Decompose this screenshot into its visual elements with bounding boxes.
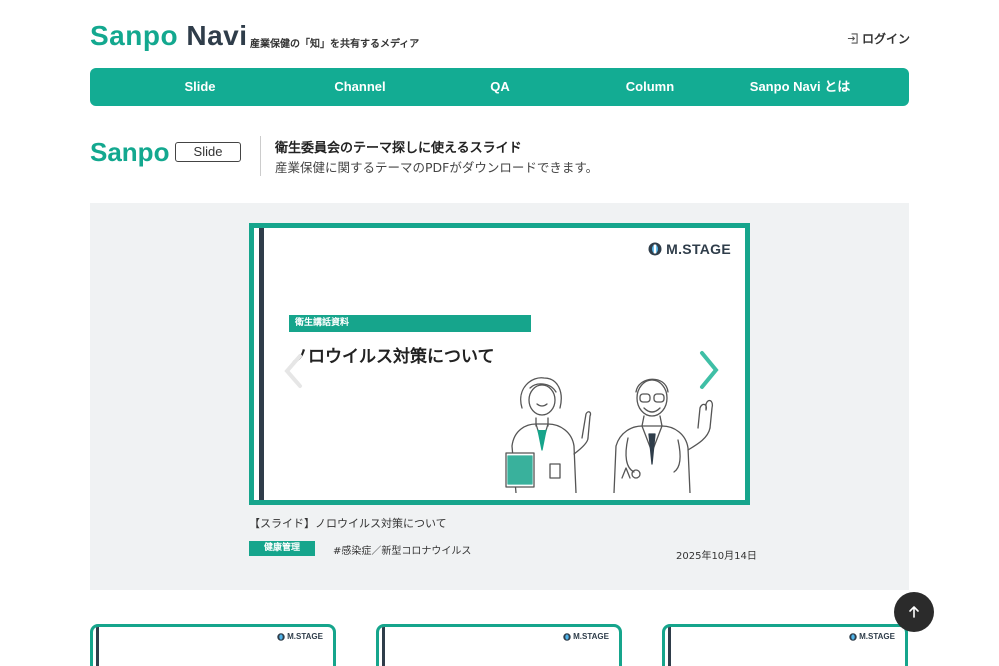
mstage-logo-icon [563, 632, 571, 641]
hashtag-link[interactable]: #感染症／新型コロナウイルス [333, 542, 471, 557]
slide-title: ノロウイルス対策について [291, 347, 495, 367]
site-header: Sanpo Navi 産業保健の「知」を共有するメディア ログイン [90, 18, 910, 58]
chevron-right-icon[interactable] [698, 350, 720, 390]
featured-slide-image[interactable]: M.STAGE 衛生講話資料 ノロウイルス対策について [249, 223, 750, 505]
card-brand: M.STAGE [573, 632, 609, 641]
slide-category-label: 衛生講話資料 [289, 315, 531, 332]
card-brand-logo: M.STAGE [849, 632, 895, 641]
nav-item-qa[interactable]: QA [470, 68, 530, 106]
slide-accent-bar [259, 228, 264, 500]
card-accent-bar [382, 627, 385, 666]
slide-card[interactable]: M.STAGE [376, 624, 622, 666]
featured-slide-panel: M.STAGE 衛生講話資料 ノロウイルス対策について 【スライド】ノロウイルス… [90, 203, 909, 590]
chevron-left-icon[interactable] [282, 353, 304, 389]
nav-item-column[interactable]: Column [605, 68, 695, 106]
section-logo: Sanpo [90, 137, 170, 167]
category-tag[interactable]: 健康管理 [249, 541, 315, 556]
card-brand-logo: M.STAGE [277, 632, 323, 641]
arrow-up-icon [909, 606, 919, 618]
nav-item-channel[interactable]: Channel [310, 68, 410, 106]
back-to-top-button[interactable] [894, 592, 934, 632]
login-link[interactable]: ログイン [847, 30, 910, 47]
featured-caption[interactable]: 【スライド】ノロウイルス対策について [249, 515, 447, 531]
logo-navi: Navi [186, 20, 248, 51]
section-header: Sanpo Slide 衛生委員会のテーマ探しに使えるスライド 産業保健に関する… [90, 134, 910, 178]
login-label: ログイン [861, 32, 910, 46]
card-brand: M.STAGE [859, 632, 895, 641]
mstage-logo: M.STAGE [648, 241, 731, 257]
nav-item-slide[interactable]: Slide [160, 68, 240, 106]
mstage-logo-icon [648, 242, 662, 256]
section-divider [260, 136, 261, 176]
mstage-logo-icon [849, 632, 857, 641]
card-brand: M.STAGE [287, 632, 323, 641]
card-accent-bar [96, 627, 99, 666]
site-tagline: 産業保健の「知」を共有するメディア [250, 39, 420, 50]
logo-sanpo: Sanpo [90, 20, 179, 51]
card-brand-logo: M.STAGE [563, 632, 609, 641]
mstage-logo-icon [277, 632, 285, 641]
login-icon [847, 33, 858, 44]
section-title: 衛生委員会のテーマ探しに使えるスライド [275, 141, 522, 156]
main-nav: Slide Channel QA Column Sanpo Navi とは [90, 68, 909, 106]
nav-item-about[interactable]: Sanpo Navi とは [740, 68, 860, 106]
section-subtitle: 産業保健に関するテーマのPDFがダウンロードできます。 [275, 160, 599, 175]
publish-date: 2025年10月14日 [676, 551, 757, 562]
slide-card[interactable]: M.STAGE [90, 624, 336, 666]
site-logo[interactable]: Sanpo Navi [90, 20, 248, 52]
card-accent-bar [668, 627, 671, 666]
slide-card[interactable]: M.STAGE [662, 624, 908, 666]
mstage-brand: M.STAGE [666, 241, 731, 257]
section-badge: Slide [175, 142, 241, 162]
